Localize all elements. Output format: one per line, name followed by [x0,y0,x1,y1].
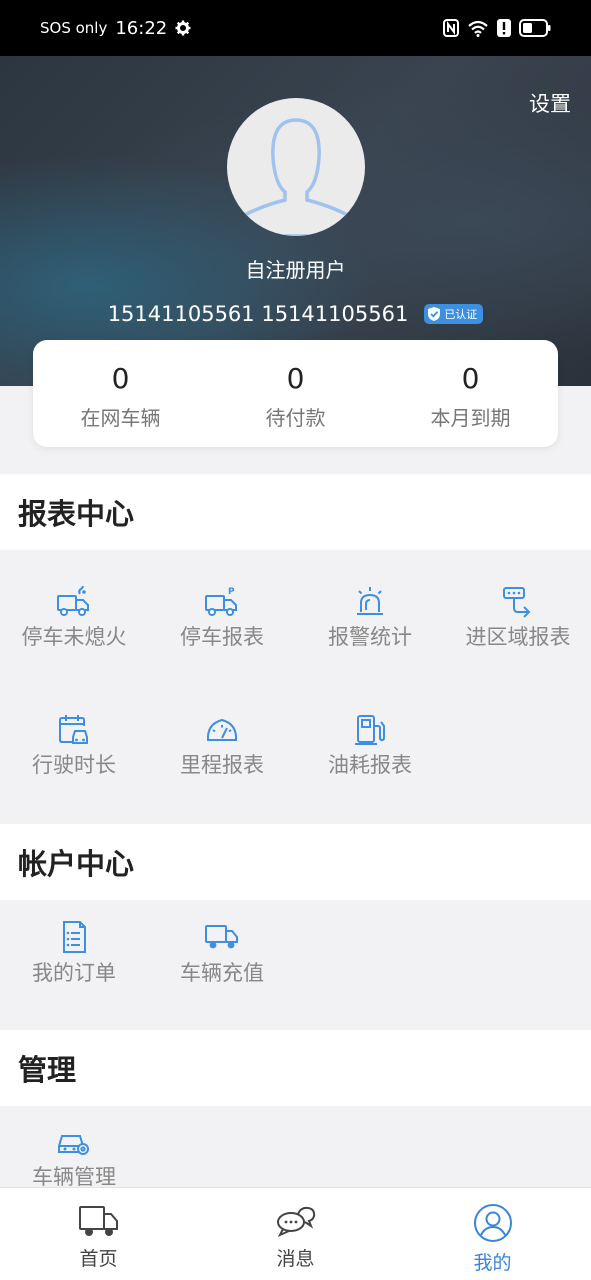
shield-check-icon [428,307,441,321]
reports-grid: 停车未熄火 P 停车报表 报警统计 进区域报表 行驶时长 里程报表 油耗报表 [0,550,591,822]
nav-label: 我的 [473,1252,512,1274]
stat-value: 0 [111,362,130,395]
route-area-icon [500,586,536,618]
stat-online-vehicles[interactable]: 0 在网车辆 [33,340,208,447]
section-title-reports: 报表中心 [0,474,591,550]
bottom-nav: 首页 消息 我的 [0,1187,591,1280]
svg-text:P: P [228,587,235,597]
user-profile-icon [472,1204,514,1246]
account-label: 车辆充值 [180,961,264,985]
settings-button[interactable]: 设置 [529,88,571,118]
speedometer-icon [204,714,240,746]
report-area-entry[interactable]: 进区域报表 [444,586,591,652]
truck-home-icon [78,1204,120,1242]
nav-messages[interactable]: 消息 [197,1188,394,1280]
account-vehicle-recharge[interactable]: 车辆充值 [148,920,296,988]
stat-pending-payment[interactable]: 0 待付款 [208,340,383,447]
nav-label: 首页 [79,1248,118,1270]
report-label: 停车未熄火 [21,625,127,649]
fuel-pump-icon [352,714,388,746]
car-settings-icon [56,1126,92,1158]
truck-recharge-icon [204,920,240,954]
verified-label: 已认证 [444,308,478,321]
status-bar: SOS only 16:22 [0,0,591,56]
management-grid: 车辆管理 [0,1106,591,1188]
account-my-orders[interactable]: 我的订单 [0,920,148,988]
phone-number: 15141105561 15141105561 [107,302,409,326]
battery-icon [519,19,551,37]
chat-bubbles-icon [275,1204,317,1242]
truck-parking-icon: P [204,586,240,618]
order-document-icon [56,920,92,954]
stat-value: 0 [286,362,305,395]
nav-profile[interactable]: 我的 [394,1188,591,1280]
management-label: 车辆管理 [32,1165,116,1188]
stat-label: 在网车辆 [80,406,161,430]
stat-value: 0 [461,362,480,395]
report-alarm-stats[interactable]: 报警统计 [296,586,444,652]
settings-gear-icon [175,20,191,36]
account-label: 我的订单 [32,961,116,985]
car-calendar-icon [56,714,92,746]
user-silhouette-icon [241,118,351,236]
username: 自注册用户 [245,258,346,282]
management-vehicles[interactable]: 车辆管理 [0,1126,148,1188]
stats-card: 0 在网车辆 0 待付款 0 本月到期 [33,340,558,447]
report-label: 停车报表 [180,625,264,649]
verified-badge: 已认证 [424,304,484,324]
section-title-account: 帐户中心 [0,824,591,900]
nav-label: 消息 [276,1248,315,1270]
report-label: 行驶时长 [32,753,116,777]
avatar[interactable] [227,98,365,236]
report-label: 里程报表 [180,753,264,777]
alert-icon [497,19,511,37]
alarm-light-icon [352,586,388,618]
truck-smoke-icon [56,586,92,618]
stat-label: 待付款 [265,406,326,430]
nav-home[interactable]: 首页 [0,1188,197,1280]
report-engine-idle[interactable]: 停车未熄火 [0,586,148,652]
stat-label: 本月到期 [430,406,511,430]
section-title-management: 管理 [0,1030,591,1106]
profile-header: 设置 自注册用户 15141105561 15141105561 已认证 [0,56,591,386]
report-mileage[interactable]: 里程报表 [148,714,296,780]
report-label: 油耗报表 [328,753,412,777]
carrier-label: SOS only [40,19,108,37]
stat-expiring-this-month[interactable]: 0 本月到期 [383,340,558,447]
report-fuel-consumption[interactable]: 油耗报表 [296,714,444,780]
report-label: 报警统计 [328,625,412,649]
report-parking[interactable]: P 停车报表 [148,586,296,652]
report-drive-duration[interactable]: 行驶时长 [0,714,148,780]
account-grid: 我的订单 车辆充值 [0,900,591,1028]
profile-page: SOS only 16:22 设置 自注册用户 15141105561 1514… [0,0,591,1280]
nfc-icon [443,19,459,37]
phone-row: 15141105561 15141105561 已认证 [0,302,591,326]
report-label: 进区域报表 [465,625,571,649]
wifi-icon [467,19,489,37]
clock: 16:22 [115,17,168,39]
